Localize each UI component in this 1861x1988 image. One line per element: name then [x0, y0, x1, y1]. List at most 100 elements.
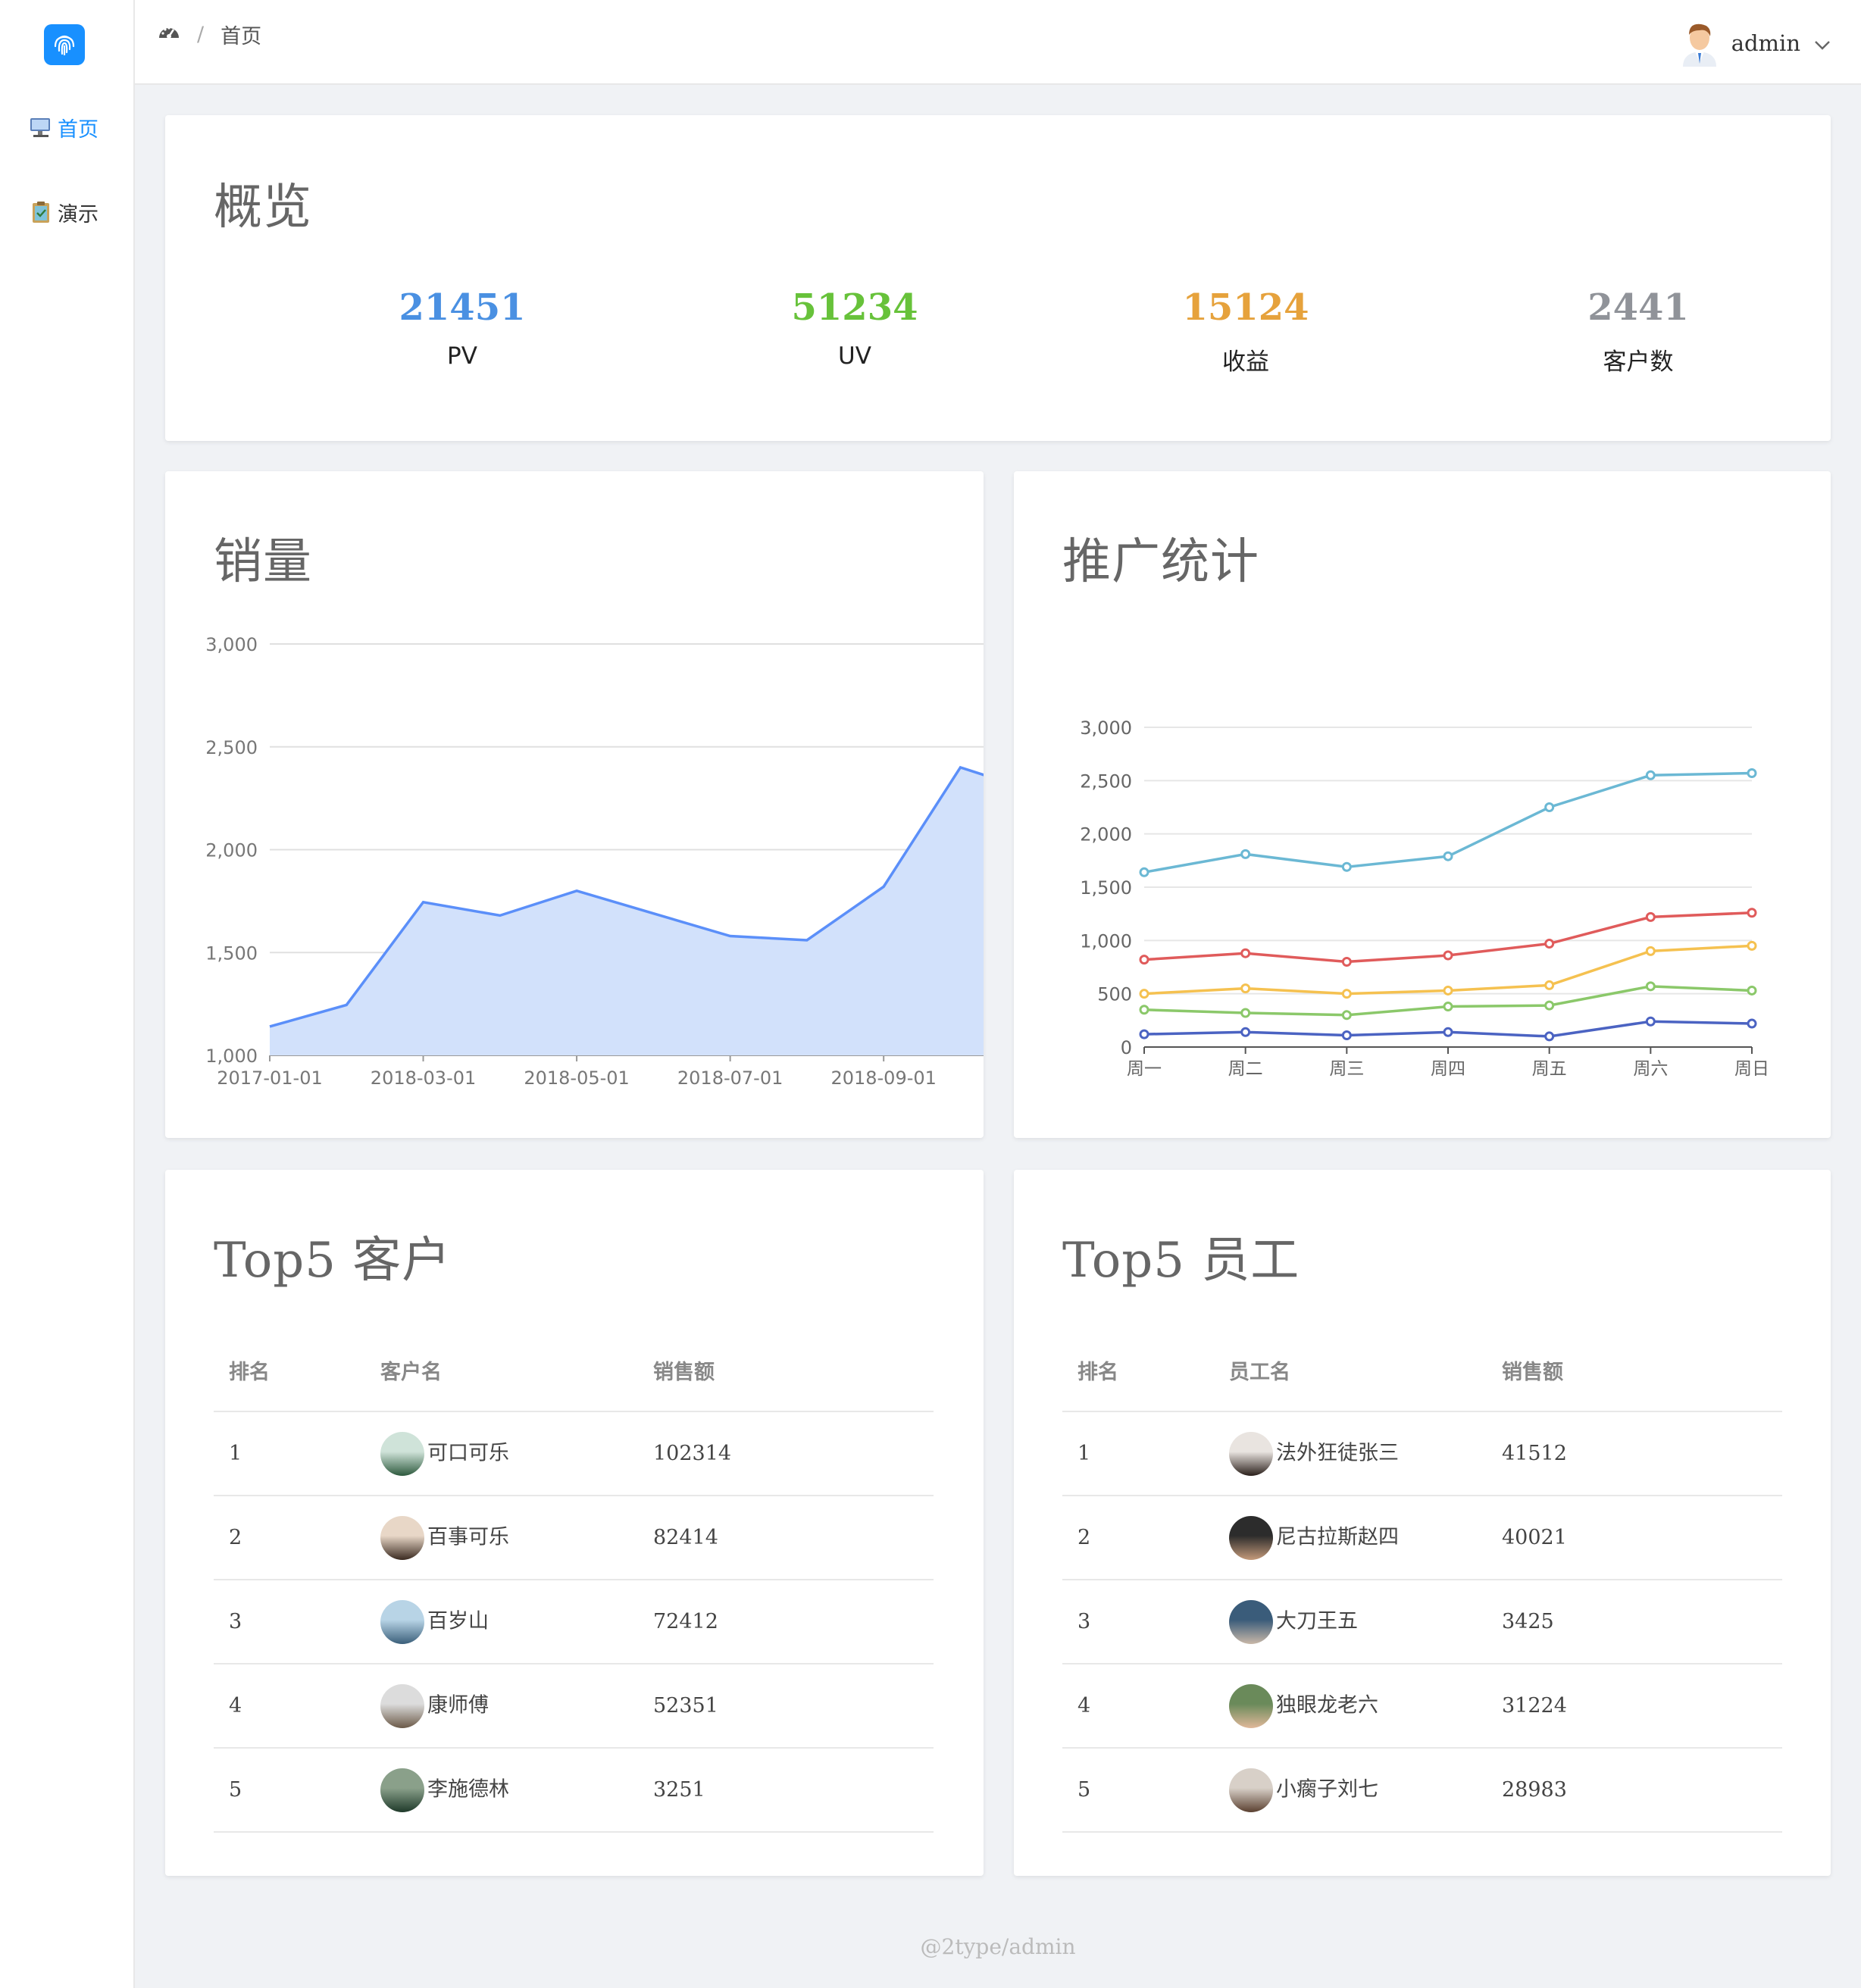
top-customers-title: Top5 客户: [214, 1233, 452, 1289]
username[interactable]: admin: [1731, 30, 1800, 56]
table-row[interactable]: 1 可口可乐 102314: [214, 1411, 934, 1496]
x-tick-label: 周一: [1127, 1059, 1162, 1079]
data-point: [1747, 1018, 1757, 1029]
name-cell: 李施德林: [365, 1748, 638, 1833]
data-point: [1139, 1029, 1149, 1039]
data-point: [1544, 1000, 1555, 1011]
table-row[interactable]: 2 百事可乐 82414: [214, 1496, 934, 1580]
data-point: [1747, 985, 1757, 996]
x-tick-label: 周五: [1532, 1059, 1567, 1079]
name-cell: 百事可乐: [365, 1496, 638, 1580]
name-cell: 法外狂徒张三: [1214, 1411, 1487, 1496]
avatar: [1229, 1768, 1273, 1812]
breadcrumb-separator: /: [197, 23, 205, 46]
top-staff-title: Top5 员工: [1062, 1233, 1300, 1289]
area-fill: [270, 767, 984, 1055]
table-row[interactable]: 3 百岁山 72412: [214, 1580, 934, 1664]
data-point: [1645, 981, 1656, 992]
dashboard-icon[interactable]: [158, 23, 180, 46]
avatar: [380, 1431, 424, 1476]
data-point: [1240, 983, 1251, 994]
x-tick-label: 周六: [1633, 1059, 1668, 1079]
rank-cell: 5: [1062, 1748, 1214, 1833]
table-row[interactable]: 2 尼古拉斯赵四 40021: [1062, 1496, 1782, 1580]
stat-label: UV: [838, 342, 871, 370]
data-point: [1139, 989, 1149, 999]
promo-card: 推广统计 0 500 1,000 1,500 2,000 2,500 3,000 周一 周二 周三…: [1014, 471, 1831, 1138]
data-point: [1544, 980, 1555, 990]
amount-cell: 72412: [638, 1580, 934, 1664]
top-customers-table: 排名 客户名 销售额 1 可口可乐 102314 2 百事可乐 82414 3 百岁山 7241…: [214, 1329, 934, 1833]
sales-card: 销量 1,000 1,500 2,000 2,500 3,000 2017-01-01 20…: [165, 471, 984, 1138]
overview-title: 概览: [214, 180, 312, 236]
clipboard-icon: [29, 201, 53, 223]
column-header: 员工名: [1214, 1329, 1487, 1412]
data-point: [1747, 940, 1757, 951]
logo[interactable]: [44, 24, 85, 65]
overview-card: 概览 21451 PV 51234 UV 15124 收益 2441 客户数: [165, 115, 1831, 441]
data-point: [1139, 955, 1149, 965]
chevron-down-icon[interactable]: [1814, 30, 1831, 56]
x-tick-label: 2018-05-01: [524, 1067, 629, 1089]
stat-revenue: 15124 收益: [1132, 286, 1359, 377]
data-point: [1240, 849, 1251, 859]
name-cell: 小瘸子刘七: [1214, 1748, 1487, 1833]
y-tick-label: 2,000: [1080, 824, 1132, 846]
data-point: [1544, 1031, 1555, 1042]
stat-pv: 21451 PV: [349, 286, 576, 370]
top-customers-card: Top5 客户 排名 客户名 销售额 1 可口可乐 102314 2 百事可乐 82414…: [165, 1170, 984, 1876]
sidebar: 首页 演示: [0, 0, 135, 1988]
stat-value: 51234: [791, 286, 918, 329]
amount-cell: 41512: [1487, 1411, 1782, 1496]
sales-area-chart[interactable]: 1,000 1,500 2,000 2,500 3,000 2017-01-01 2018-…: [165, 471, 984, 1138]
footer: @2type/admin: [920, 1934, 1076, 1959]
rank-cell: 1: [1062, 1411, 1214, 1496]
stat-label: 收益: [1222, 349, 1269, 376]
y-tick-label: 1,000: [205, 1046, 258, 1067]
x-tick-label: 2018-07-01: [677, 1067, 783, 1089]
table-row[interactable]: 4 康师傅 52351: [214, 1664, 934, 1749]
name-text: 可口可乐: [427, 1441, 509, 1464]
table-header-row: 排名 客户名 销售额: [214, 1329, 934, 1412]
name-text: 李施德林: [427, 1777, 509, 1801]
table-row[interactable]: 4 独眼龙老六 31224: [1062, 1664, 1782, 1749]
name-cell: 独眼龙老六: [1214, 1664, 1487, 1749]
data-point: [1341, 1030, 1352, 1041]
column-header: 销售额: [1487, 1329, 1782, 1412]
name-cell: 百岁山: [365, 1580, 638, 1664]
avatar: [1229, 1599, 1273, 1644]
amount-cell: 40021: [1487, 1496, 1782, 1580]
promo-line-chart[interactable]: 0 500 1,000 1,500 2,000 2,500 3,000 周一 周二 周三 周四 周五 周…: [1014, 471, 1831, 1138]
name-text: 百事可乐: [427, 1525, 509, 1549]
table-row[interactable]: 5 小瘸子刘七 28983: [1062, 1748, 1782, 1833]
name-text: 大刀王五: [1276, 1609, 1358, 1633]
data-point: [1341, 989, 1352, 999]
avatar: [380, 1768, 424, 1812]
amount-cell: 52351: [638, 1664, 934, 1749]
rank-cell: 3: [214, 1580, 365, 1664]
sidebar-item-home[interactable]: 首页: [29, 112, 99, 142]
y-tick-label: 2,000: [205, 840, 258, 861]
data-point: [1139, 867, 1149, 877]
name-text: 法外狂徒张三: [1276, 1441, 1399, 1464]
amount-cell: 28983: [1487, 1748, 1782, 1833]
monitor-icon: [29, 116, 53, 139]
table-row[interactable]: 5 李施德林 3251: [214, 1748, 934, 1833]
avatar: [380, 1515, 424, 1560]
top-header: / 首页 admin: [135, 0, 1861, 85]
data-point: [1240, 1027, 1251, 1037]
stat-value: 15124: [1182, 286, 1309, 329]
sidebar-item-demo[interactable]: 演示: [29, 197, 99, 227]
amount-cell: 31224: [1487, 1664, 1782, 1749]
stat-label: PV: [447, 342, 477, 370]
table-row[interactable]: 1 法外狂徒张三 41512: [1062, 1411, 1782, 1496]
top-staff-table: 排名 员工名 销售额 1 法外狂徒张三 41512 2 尼古拉斯赵四 40021 3 大刀王五…: [1062, 1329, 1782, 1833]
user-avatar[interactable]: [1678, 20, 1721, 67]
table-row[interactable]: 3 大刀王五 3425: [1062, 1580, 1782, 1664]
breadcrumb-current[interactable]: 首页: [221, 20, 261, 49]
data-point: [1747, 908, 1757, 918]
user-menu[interactable]: admin: [1678, 20, 1831, 67]
amount-cell: 102314: [638, 1411, 934, 1496]
data-point: [1240, 948, 1251, 958]
y-tick-label: 3,000: [205, 634, 258, 655]
